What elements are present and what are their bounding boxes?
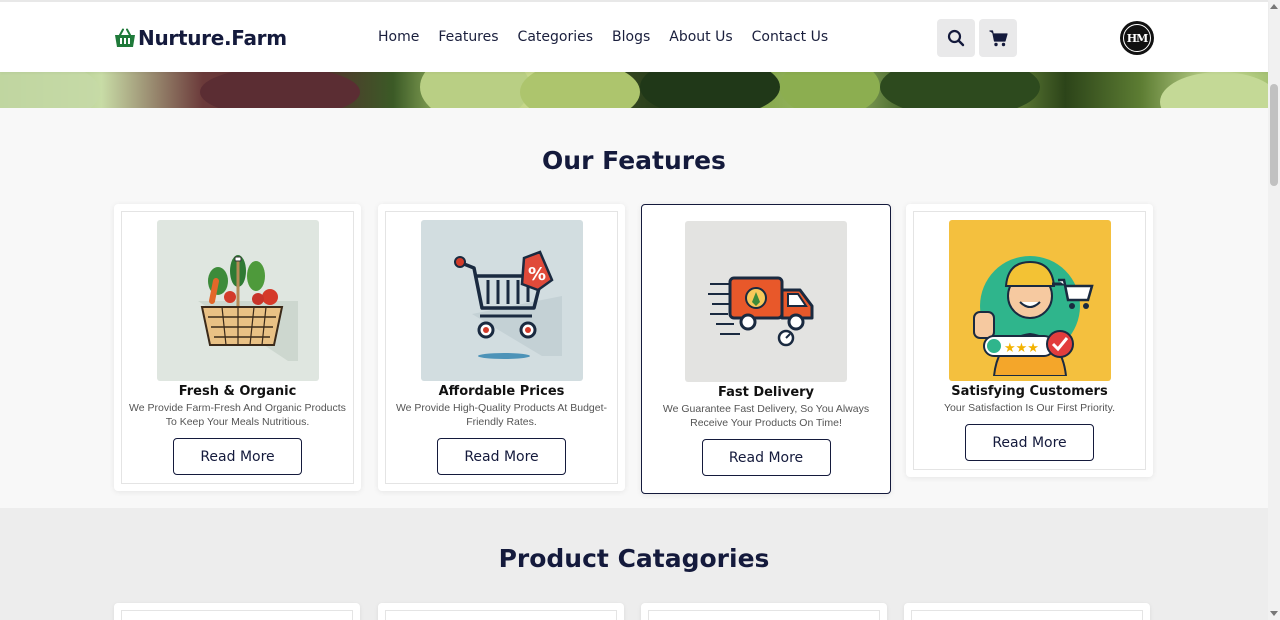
discount-cart-icon: % (453, 249, 562, 359)
card-description: We Guarantee Fast Delivery, So You Alway… (662, 403, 870, 429)
feature-card-affordable-prices: % Affordable Prices We Provide High-Qual… (378, 204, 625, 491)
scroll-down-arrow-icon[interactable] (1270, 611, 1278, 616)
cart-button[interactable] (979, 19, 1017, 57)
happy-customer-image: ★★★ (948, 220, 1111, 381)
discount-cart-image: % (420, 220, 583, 381)
card-title: Satisfying Customers (951, 384, 1108, 399)
read-more-button[interactable]: Read More (965, 424, 1094, 461)
read-more-button[interactable]: Read More (701, 439, 831, 476)
category-card[interactable] (904, 603, 1150, 620)
card-title: Affordable Prices (438, 384, 565, 399)
nav-blogs[interactable]: Blogs (612, 29, 650, 45)
category-card[interactable] (114, 603, 360, 620)
basket-logo-icon (115, 28, 135, 47)
nav-about-us[interactable]: About Us (669, 29, 732, 45)
card-title: Fast Delivery (717, 385, 815, 400)
category-card[interactable] (641, 603, 887, 620)
category-card[interactable] (378, 603, 624, 620)
features-title: Our Features (542, 146, 726, 175)
vegetable-basket-image (156, 220, 319, 381)
read-more-button[interactable]: Read More (173, 438, 302, 475)
card-title: Fresh & Organic (178, 384, 297, 399)
vegetable-basket-icon (197, 254, 298, 361)
cart-icon (989, 29, 1008, 46)
search-button[interactable] (937, 19, 975, 57)
nav-categories[interactable]: Categories (518, 29, 593, 45)
read-more-button[interactable]: Read More (437, 438, 566, 475)
scrollbar-thumb[interactable] (1270, 84, 1278, 186)
card-description: Your Satisfaction Is Our First Priority. (944, 402, 1115, 414)
features-section: Our Features Fresh & Organic We Provide … (0, 108, 1268, 508)
page-scrollbar[interactable] (1268, 0, 1280, 620)
feature-card-satisfying-customers: ★★★ Satisfying Customers Your Satisfacti… (906, 204, 1153, 477)
nav-contact-us[interactable]: Contact Us (752, 29, 828, 45)
svg-text:★★★: ★★★ (1004, 341, 1039, 356)
card-description: We Provide High-Quality Products At Budg… (395, 402, 608, 428)
feature-card-fresh-organic: Fresh & Organic We Provide Farm-Fresh An… (114, 204, 361, 491)
hero-banner-image (0, 72, 1268, 108)
main-nav: Home Features Categories Blogs About Us … (378, 29, 828, 45)
svg-text:%: % (528, 264, 546, 285)
search-icon (947, 29, 965, 47)
delivery-truck-icon (708, 276, 814, 346)
delivery-truck-image (685, 221, 847, 382)
categories-title: Product Catagories (498, 544, 770, 573)
feature-card-fast-delivery: Fast Delivery We Guarantee Fast Delivery… (641, 204, 891, 494)
avatar-initials: HM (1126, 31, 1149, 45)
scroll-up-arrow-icon[interactable] (1270, 4, 1278, 9)
nav-home[interactable]: Home (378, 29, 419, 45)
site-header: Nurture.Farm Home Features Categories Bl… (0, 0, 1268, 72)
categories-section: Product Catagories (0, 508, 1268, 620)
user-avatar[interactable]: HM (1120, 21, 1154, 55)
nav-features[interactable]: Features (438, 29, 498, 45)
happy-customer-icon: ★★★ (972, 255, 1094, 376)
card-description: We Provide Farm-Fresh And Organic Produc… (129, 402, 346, 428)
logo-text: Nurture.Farm (138, 26, 287, 50)
logo[interactable]: Nurture.Farm (114, 26, 287, 50)
